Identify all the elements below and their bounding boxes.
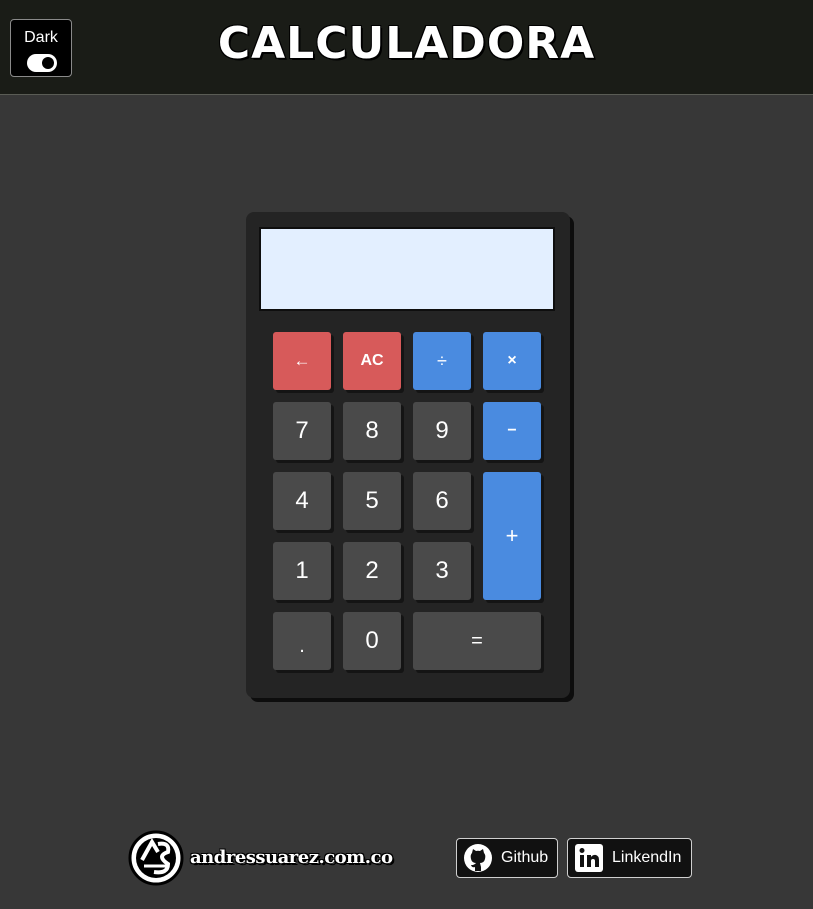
calculator-display xyxy=(259,227,555,311)
digit-5-button[interactable]: 5 xyxy=(343,472,401,530)
github-button[interactable]: Github xyxy=(456,838,558,878)
digit-9-button[interactable]: 9 xyxy=(413,402,471,460)
backspace-button[interactable]: ← xyxy=(273,332,331,390)
clear-button[interactable]: AC xyxy=(343,332,401,390)
divide-button[interactable]: ÷ xyxy=(413,332,471,390)
as-monogram-logo-icon[interactable] xyxy=(128,830,184,886)
linkedin-button[interactable]: LinkendIn xyxy=(567,838,692,878)
digit-3-button[interactable]: 3 xyxy=(413,542,471,600)
linkedin-label: LinkendIn xyxy=(612,849,682,866)
page-title: CALCULADORA xyxy=(217,18,596,69)
digit-2-button[interactable]: 2 xyxy=(343,542,401,600)
calculator: ← AC ÷ × 7 8 9 − 4 5 6 + 1 2 3 . 0 = xyxy=(246,212,570,698)
github-icon xyxy=(464,844,492,872)
digit-8-button[interactable]: 8 xyxy=(343,402,401,460)
plus-button[interactable]: + xyxy=(483,472,541,600)
header: Dark CALCULADORA xyxy=(0,0,813,95)
minus-button[interactable]: − xyxy=(483,402,541,460)
digit-7-button[interactable]: 7 xyxy=(273,402,331,460)
site-link[interactable]: andressuarez.com.co xyxy=(190,847,393,868)
multiply-button[interactable]: × xyxy=(483,332,541,390)
linkedin-icon xyxy=(575,844,603,872)
decimal-button[interactable]: . xyxy=(273,612,331,670)
digit-1-button[interactable]: 1 xyxy=(273,542,331,600)
digit-6-button[interactable]: 6 xyxy=(413,472,471,530)
digit-0-button[interactable]: 0 xyxy=(343,612,401,670)
digit-4-button[interactable]: 4 xyxy=(273,472,331,530)
github-label: Github xyxy=(501,849,549,866)
equals-button[interactable]: = xyxy=(413,612,541,670)
